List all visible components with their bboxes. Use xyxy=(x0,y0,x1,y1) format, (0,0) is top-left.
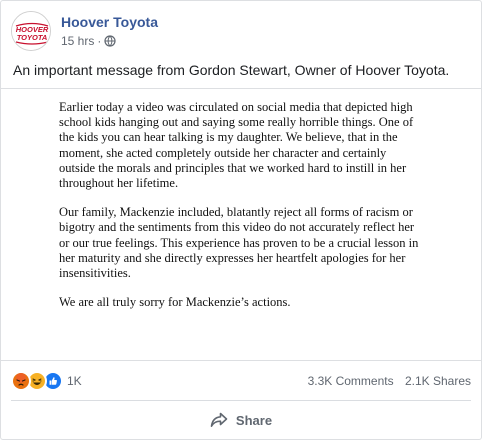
hoover-toyota-logo: HOOVER TOYOTA xyxy=(12,12,50,50)
statement-paragraph-2: Our family, Mackenzie included, blatantl… xyxy=(59,205,419,281)
page-avatar[interactable]: HOOVER TOYOTA xyxy=(11,11,51,51)
globe-icon[interactable] xyxy=(104,35,116,47)
shares-count-link[interactable]: 2.1K Shares xyxy=(405,374,471,388)
reaction-count: 1K xyxy=(67,374,82,388)
reactions-summary[interactable]: 1K xyxy=(11,371,82,391)
page-name-link[interactable]: Hoover Toyota xyxy=(61,14,158,30)
post-caption: An important message from Gordon Stewart… xyxy=(13,62,450,78)
post-meta: 15 hrs · xyxy=(61,34,116,48)
statement-paragraph-1: Earlier today a video was circulated on … xyxy=(59,100,414,191)
action-divider xyxy=(11,400,471,401)
svg-text:TOYOTA: TOYOTA xyxy=(17,33,48,42)
facebook-post: HOOVER TOYOTA Hoover Toyota 15 hrs · An … xyxy=(0,0,482,440)
angry-reaction-icon xyxy=(11,371,31,391)
statement-text: Earlier today a video was circulated on … xyxy=(59,100,421,324)
statement-paragraph-3: We are all truly sorry for Mackenzie’s a… xyxy=(59,295,291,310)
share-button[interactable]: Share xyxy=(11,404,471,436)
post-timestamp[interactable]: 15 hrs xyxy=(61,34,94,48)
separator-dot: · xyxy=(97,34,102,48)
share-label: Share xyxy=(235,412,273,428)
share-arrow-icon xyxy=(210,412,228,427)
engagement-counts: 3.3K Comments 2.1K Shares xyxy=(300,374,471,388)
statement-image[interactable]: Earlier today a video was circulated on … xyxy=(1,88,481,361)
post-stats: 1K 3.3K Comments 2.1K Shares xyxy=(11,370,471,392)
comments-count-link[interactable]: 3.3K Comments xyxy=(308,374,394,388)
